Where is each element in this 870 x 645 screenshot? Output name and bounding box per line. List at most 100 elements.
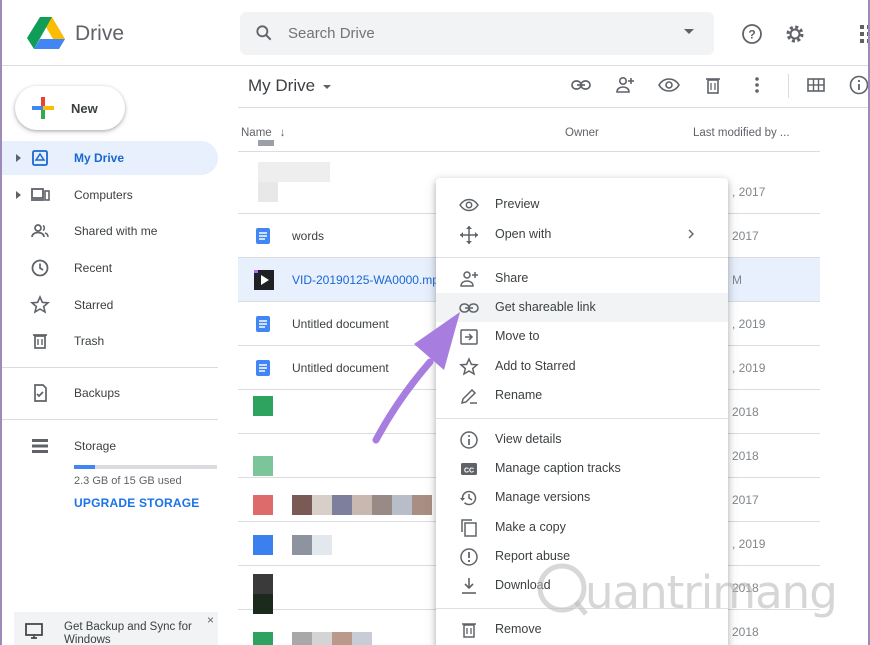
- annotation-arrow: [372, 312, 460, 444]
- apps-grid-icon[interactable]: [857, 22, 870, 46]
- move-arrows-icon: [460, 226, 478, 244]
- row-date: 2018: [732, 405, 759, 419]
- chevron-right-icon: [688, 229, 694, 239]
- search-icon[interactable]: [254, 23, 274, 43]
- sidebar-item-my-drive[interactable]: My Drive: [2, 141, 218, 175]
- menu-item-label: Move to: [495, 329, 540, 343]
- file-thumb: [253, 574, 273, 594]
- sidebar-item-label: Recent: [74, 261, 113, 275]
- sidebar-divider: [2, 419, 218, 420]
- gear-icon[interactable]: [783, 22, 807, 46]
- trash-icon[interactable]: [702, 74, 724, 96]
- page-title[interactable]: My Drive: [248, 76, 315, 96]
- copy-icon: [461, 519, 477, 537]
- upgrade-storage-link[interactable]: UPGRADE STORAGE: [74, 496, 199, 510]
- backup-icon: [34, 384, 47, 402]
- blurred-name: [292, 495, 312, 515]
- menu-item-view-details[interactable]: View details: [436, 425, 728, 454]
- sidebar-item-backups[interactable]: Backups: [2, 376, 218, 410]
- chevron-down-icon[interactable]: [323, 85, 331, 89]
- plus-icon: [32, 97, 54, 119]
- sidebar-item-label: Computers: [74, 188, 133, 202]
- app-name[interactable]: Drive: [75, 22, 124, 46]
- column-name-label[interactable]: Name: [241, 127, 272, 139]
- column-header-modified[interactable]: Last modified by ...: [693, 127, 790, 139]
- sidebar-item-storage[interactable]: Storage: [2, 429, 218, 463]
- row-date: , 2019: [732, 361, 766, 375]
- menu-item-get-shareable-link[interactable]: Get shareable link: [436, 293, 728, 322]
- column-header-owner[interactable]: Owner: [565, 127, 599, 139]
- expand-arrow-icon[interactable]: [16, 154, 21, 162]
- backup-sync-banner[interactable]: Get Backup and Sync for Windows ×: [14, 612, 218, 645]
- storage-quota-bar: [74, 465, 217, 469]
- menu-item-label: Preview: [495, 197, 540, 211]
- trash-icon: [462, 623, 476, 638]
- close-icon[interactable]: ×: [207, 613, 214, 627]
- top-bar: Drive Search Drive ?: [2, 0, 870, 66]
- eye-icon[interactable]: [658, 74, 680, 96]
- new-button-label: New: [71, 101, 98, 116]
- drive-logo-icon[interactable]: [27, 17, 65, 49]
- menu-divider: [436, 418, 728, 419]
- app-window: Drive Search Drive ? New My Drive Comput…: [0, 0, 870, 645]
- menu-item-label: Share: [495, 271, 529, 285]
- toolbar-divider: [788, 74, 789, 98]
- sidebar-item-label: Backups: [74, 386, 121, 400]
- blurred-name: [392, 495, 412, 515]
- blurred-name: [258, 162, 330, 182]
- backup-banner-text: Get Backup and Sync for Windows: [64, 621, 192, 645]
- grid-view-icon[interactable]: [805, 74, 827, 96]
- sidebar-item-label: My Drive: [74, 151, 125, 165]
- sidebar-item-recent[interactable]: Recent: [2, 251, 218, 285]
- watermark-text: uantrimang: [585, 566, 838, 619]
- search-options-icon[interactable]: [684, 29, 694, 34]
- menu-item-rename[interactable]: Rename: [436, 381, 728, 410]
- monitor-icon: [25, 623, 43, 639]
- menu-item-move-to[interactable]: Move to: [436, 322, 728, 351]
- column-header-name[interactable]: Name ↓: [241, 127, 285, 139]
- star-icon: [30, 295, 50, 314]
- menu-item-manage-versions[interactable]: Manage versions: [436, 483, 728, 512]
- video-icon: [254, 270, 274, 290]
- row-date: 2018: [732, 449, 759, 463]
- search-bar[interactable]: Search Drive: [240, 12, 714, 55]
- sidebar-item-computers[interactable]: Computers: [2, 178, 218, 212]
- sidebar-item-starred[interactable]: Starred: [2, 288, 218, 322]
- menu-item-make-a-copy[interactable]: Make a copy: [436, 513, 728, 542]
- blurred-name: [292, 535, 312, 555]
- menu-item-add-to-starred[interactable]: Add to Starred: [436, 352, 728, 381]
- menu-divider: [436, 257, 728, 258]
- info-icon[interactable]: [848, 74, 870, 96]
- link-icon[interactable]: [570, 74, 592, 96]
- blurred-name: [312, 495, 332, 515]
- blurred-name: [332, 632, 352, 645]
- add-person-icon[interactable]: [614, 74, 636, 96]
- menu-item-open-with[interactable]: Open with: [436, 220, 728, 249]
- doc-icon: [256, 228, 270, 244]
- table-row[interactable]: [238, 140, 820, 152]
- file-thumb: [258, 140, 274, 146]
- menu-item-share[interactable]: Share: [436, 264, 728, 293]
- blurred-name: [352, 632, 372, 645]
- menu-item-label: Add to Starred: [495, 359, 576, 373]
- sidebar-item-trash[interactable]: Trash: [2, 324, 218, 358]
- row-date: 2017: [732, 229, 759, 243]
- menu-item-label: View details: [495, 432, 562, 446]
- help-icon[interactable]: ?: [740, 22, 764, 46]
- arrow-down-icon[interactable]: ↓: [280, 127, 286, 139]
- search-placeholder[interactable]: Search Drive: [288, 25, 375, 42]
- new-button[interactable]: New: [15, 86, 125, 130]
- svg-text:?: ?: [748, 28, 755, 42]
- file-thumb: [253, 535, 273, 555]
- trash-icon: [33, 334, 47, 349]
- menu-item-preview[interactable]: Preview: [436, 190, 728, 219]
- expand-arrow-icon[interactable]: [16, 191, 21, 199]
- blurred-name: [332, 495, 352, 515]
- row-date: M: [732, 273, 742, 287]
- sidebar-item-shared[interactable]: Shared with me: [2, 214, 218, 248]
- add-person-icon: [460, 271, 478, 287]
- blurred-name: [412, 495, 432, 515]
- more-vert-icon[interactable]: [746, 74, 768, 96]
- menu-item-manage-caption-tracks[interactable]: CC Manage caption tracks: [436, 454, 728, 483]
- blurred-name: [312, 632, 332, 645]
